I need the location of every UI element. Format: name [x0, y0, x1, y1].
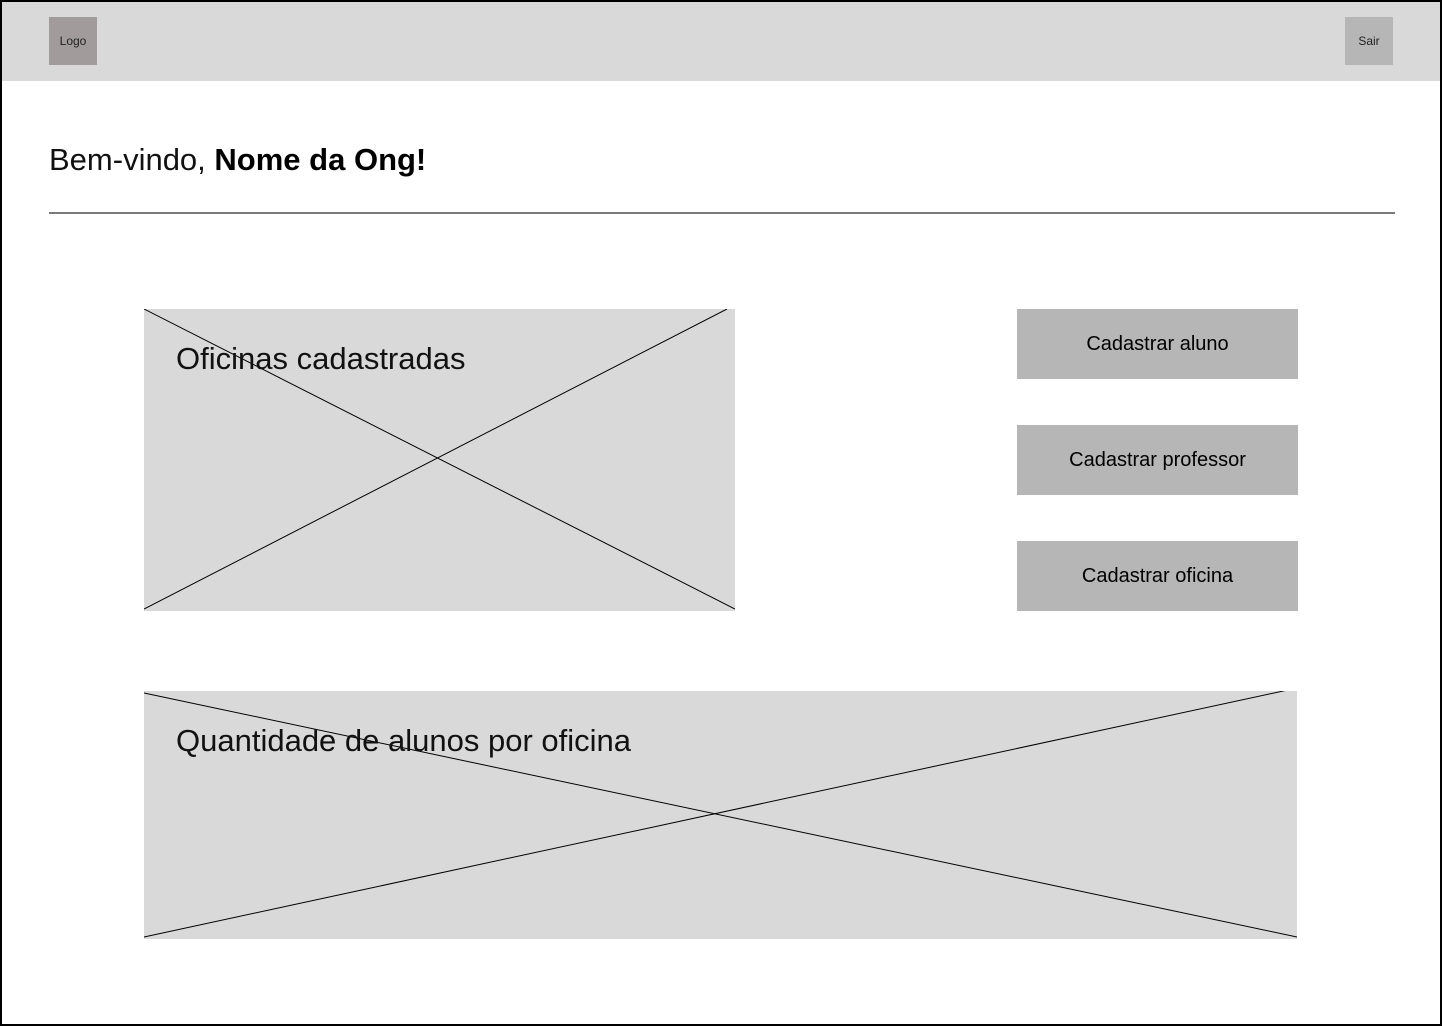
cadastrar-oficina-label: Cadastrar oficina: [1081, 564, 1234, 587]
welcome-greeting: Bem-vindo,: [49, 142, 206, 177]
logo-label: Logo: [59, 34, 87, 48]
logout-label: Sair: [1358, 34, 1380, 48]
oficinas-cadastradas-title: Oficinas cadastradas: [176, 341, 466, 376]
header-divider: [49, 212, 1395, 214]
cadastrar-professor-label: Cadastrar professor: [1069, 448, 1246, 471]
logo: Logo: [49, 17, 97, 65]
welcome-heading: Bem-vindo, Nome da Ong!: [49, 142, 426, 178]
cadastrar-oficina-button[interactable]: Cadastrar oficina: [1017, 541, 1298, 611]
cadastrar-professor-button[interactable]: Cadastrar professor: [1017, 425, 1298, 495]
oficinas-cadastradas-panel: Oficinas cadastradas: [144, 309, 735, 611]
org-name: Nome da Ong!: [214, 142, 427, 177]
cadastrar-aluno-label: Cadastrar aluno: [1086, 332, 1229, 355]
logout-button[interactable]: Sair: [1345, 17, 1393, 65]
quantidade-alunos-title: Quantidade de alunos por oficina: [176, 723, 631, 758]
page-frame: Logo Sair Bem-vindo, Nome da Ong! Oficin…: [0, 0, 1442, 1026]
quantidade-alunos-panel: Quantidade de alunos por oficina: [144, 691, 1297, 939]
top-bar: Logo Sair: [2, 2, 1440, 81]
cadastrar-aluno-button[interactable]: Cadastrar aluno: [1017, 309, 1298, 379]
